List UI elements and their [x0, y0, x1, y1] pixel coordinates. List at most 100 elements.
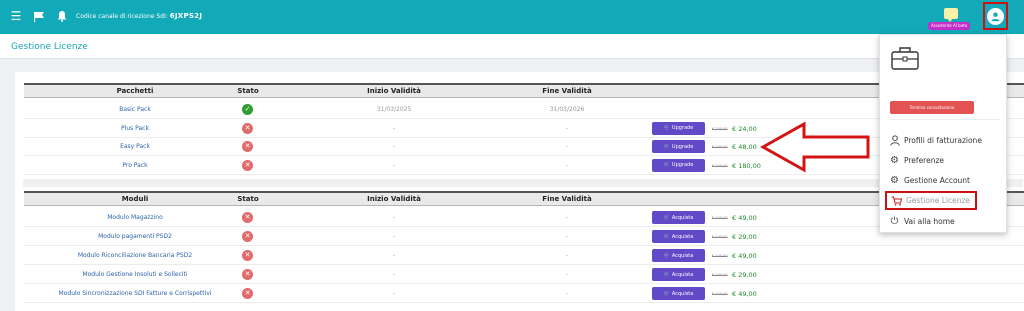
menu-icon[interactable]: ☰ — [9, 9, 23, 23]
annotation-arrow — [760, 121, 870, 173]
menu-item-label: Preferenze — [904, 156, 945, 165]
top-bar: ☰ Codice canale di ricezione SdI: 6JXPS2… — [0, 0, 1024, 34]
acquista-button[interactable]: 🛒 Acquista — [652, 268, 705, 281]
menu-item-label: Vai alla home — [904, 217, 955, 226]
item-name-link[interactable]: Modulo Gestione Insoluti e Solleciti — [82, 271, 187, 278]
start-date: 31/03/2025 — [376, 106, 412, 113]
briefcase-icon — [891, 47, 919, 70]
cross-icon: ✕ — [242, 288, 253, 299]
cross-icon: ✕ — [242, 141, 253, 152]
sdi-code-label: Codice canale di ricezione SdI: — [76, 13, 168, 20]
upgrade-button[interactable]: 🛒 Upgrade — [652, 158, 705, 172]
cross-icon: ✕ — [242, 250, 253, 261]
price: € 29,00 — [732, 271, 757, 279]
col-header-start: Inizio Validità — [367, 195, 421, 203]
old-price: € 100,00 — [712, 254, 728, 258]
chat-icon[interactable] — [944, 8, 958, 22]
sdi-code: Codice canale di ricezione SdI: 6JXPS2J — [76, 12, 202, 20]
cross-icon: ✕ — [242, 122, 253, 134]
col-header-stato: Stato — [237, 195, 259, 203]
end-date: - — [565, 271, 569, 278]
item-name-link[interactable]: Modulo pagamenti PSD2 — [98, 233, 172, 240]
old-price: € 240,00 — [712, 163, 728, 168]
user-menu-button[interactable] — [983, 2, 1008, 30]
price: € 49,00 — [732, 252, 757, 260]
menu-divider — [890, 119, 1000, 120]
button-label: Acquista — [671, 233, 694, 240]
start-date: - — [392, 143, 396, 150]
power-icon: ⏻ — [890, 216, 899, 227]
menu-item-home[interactable]: ⏻ Vai alla home — [889, 216, 955, 227]
item-name-link[interactable]: Modulo Magazzino — [107, 214, 162, 221]
menu-item-label: Gestione Licenze — [906, 196, 971, 205]
cross-icon: ✕ — [242, 159, 253, 171]
bell-icon[interactable] — [55, 9, 69, 23]
menu-item-account[interactable]: ⚙ Gestione Account — [889, 175, 970, 186]
table-row: Modulo Magazzino ✕ - - 🛒 Acquista € 100,00 € 49… — [24, 209, 1024, 227]
item-name-link[interactable]: Basic Pack — [119, 106, 151, 113]
table-row: Plus Pack ✕ - - 🛒 Upgrade € 100,00 € 24,00 — [24, 120, 1024, 138]
menu-item-preferenze[interactable]: ⚙ Preferenze — [889, 155, 944, 166]
cart-icon: 🛒 — [663, 143, 670, 150]
assistant-ai-badge[interactable]: Assistente AI beta — [928, 22, 971, 30]
button-label: Acquista — [671, 214, 694, 221]
end-date: 31/03/2026 — [549, 106, 585, 113]
end-date: - — [565, 143, 569, 150]
price: € 24,00 — [732, 124, 757, 133]
gear-icon: ⚙ — [890, 175, 899, 186]
button-label: Acquista — [671, 252, 694, 259]
end-date: - — [565, 233, 569, 240]
item-name-link[interactable]: Easy Pack — [120, 143, 150, 150]
upgrade-button[interactable]: 🛒 Upgrade — [652, 140, 705, 153]
menu-item-profili[interactable]: Profili di fatturazione — [889, 135, 982, 146]
start-date: - — [392, 233, 396, 240]
old-price: € 100,00 — [712, 273, 728, 277]
table-row: Modulo pagamenti PSD2 ✕ - - 🛒 Acquista € 100,0… — [24, 228, 1024, 246]
cart-icon: 🛒 — [663, 271, 670, 278]
gear-icon: ⚙ — [890, 155, 899, 166]
start-date: - — [392, 252, 396, 259]
col-header-start: Inizio Validità — [367, 87, 421, 95]
old-price: € 100,00 — [712, 216, 728, 220]
item-name-link[interactable]: Pro Pack — [122, 162, 147, 169]
item-name-link[interactable]: Plus Pack — [121, 125, 149, 132]
table-row: Basic Pack ✓ 31/03/2025 31/03/2026 — [24, 101, 1024, 119]
price: € 29,00 — [732, 233, 757, 241]
item-name-link[interactable]: Modulo Sincronizzazione SDI Fatture e Co… — [59, 290, 212, 297]
cart-icon: 🛒 — [663, 233, 670, 240]
old-price: € 100,00 — [712, 235, 728, 239]
cart-icon: 🛒 — [663, 125, 670, 131]
acquista-button[interactable]: 🛒 Acquista — [652, 249, 705, 262]
price: € 49,00 — [732, 214, 757, 222]
col-header-end: Fine Validità — [542, 195, 592, 203]
sdi-code-value: 6JXPS2J — [169, 12, 203, 20]
start-date: - — [392, 124, 396, 132]
cart-icon: 🛒 — [663, 290, 670, 297]
logout-button[interactable]: Termina consultazione — [890, 101, 974, 114]
table-row: Pro Pack ✕ - - 🛒 Upgrade € 240,00 € 180,00 — [24, 157, 1024, 175]
price: € 180,00 — [732, 161, 761, 170]
price: € 49,00 — [732, 290, 757, 298]
start-date: - — [392, 161, 396, 169]
flag-icon[interactable] — [32, 9, 46, 23]
col-header-modules: Moduli — [121, 195, 149, 203]
acquista-button[interactable]: 🛒 Acquista — [652, 211, 705, 224]
table-row: Easy Pack ✕ - - 🛒 Upgrade € 100,00 € 48,00 — [24, 138, 1024, 156]
start-date: - — [392, 271, 396, 278]
table-row: Modulo Riconciliazione Bancaria PSD2 ✕ - - 🛒… — [24, 247, 1024, 265]
cross-icon: ✕ — [242, 231, 253, 242]
acquista-button[interactable]: 🛒 Acquista — [652, 287, 705, 300]
acquista-button[interactable]: 🛒 Acquista — [652, 230, 705, 243]
upgrade-button[interactable]: 🛒 Upgrade — [652, 121, 705, 135]
tables-separator — [23, 179, 1023, 187]
packs-table-header: Pacchetti Stato Inizio Validità Fine Val… — [24, 83, 1024, 98]
cross-icon: ✕ — [242, 269, 253, 280]
cart-icon: 🛒 — [663, 214, 670, 221]
col-header-stato: Stato — [237, 87, 259, 95]
item-name-link[interactable]: Modulo Riconciliazione Bancaria PSD2 — [78, 252, 192, 259]
button-label: Acquista — [671, 271, 694, 278]
page-title: Gestione Licenze — [11, 42, 88, 52]
old-price: € 100,00 — [712, 292, 728, 296]
cart-icon: 🛒 — [663, 252, 670, 259]
menu-item-licenze[interactable]: Gestione Licenze — [885, 191, 978, 210]
